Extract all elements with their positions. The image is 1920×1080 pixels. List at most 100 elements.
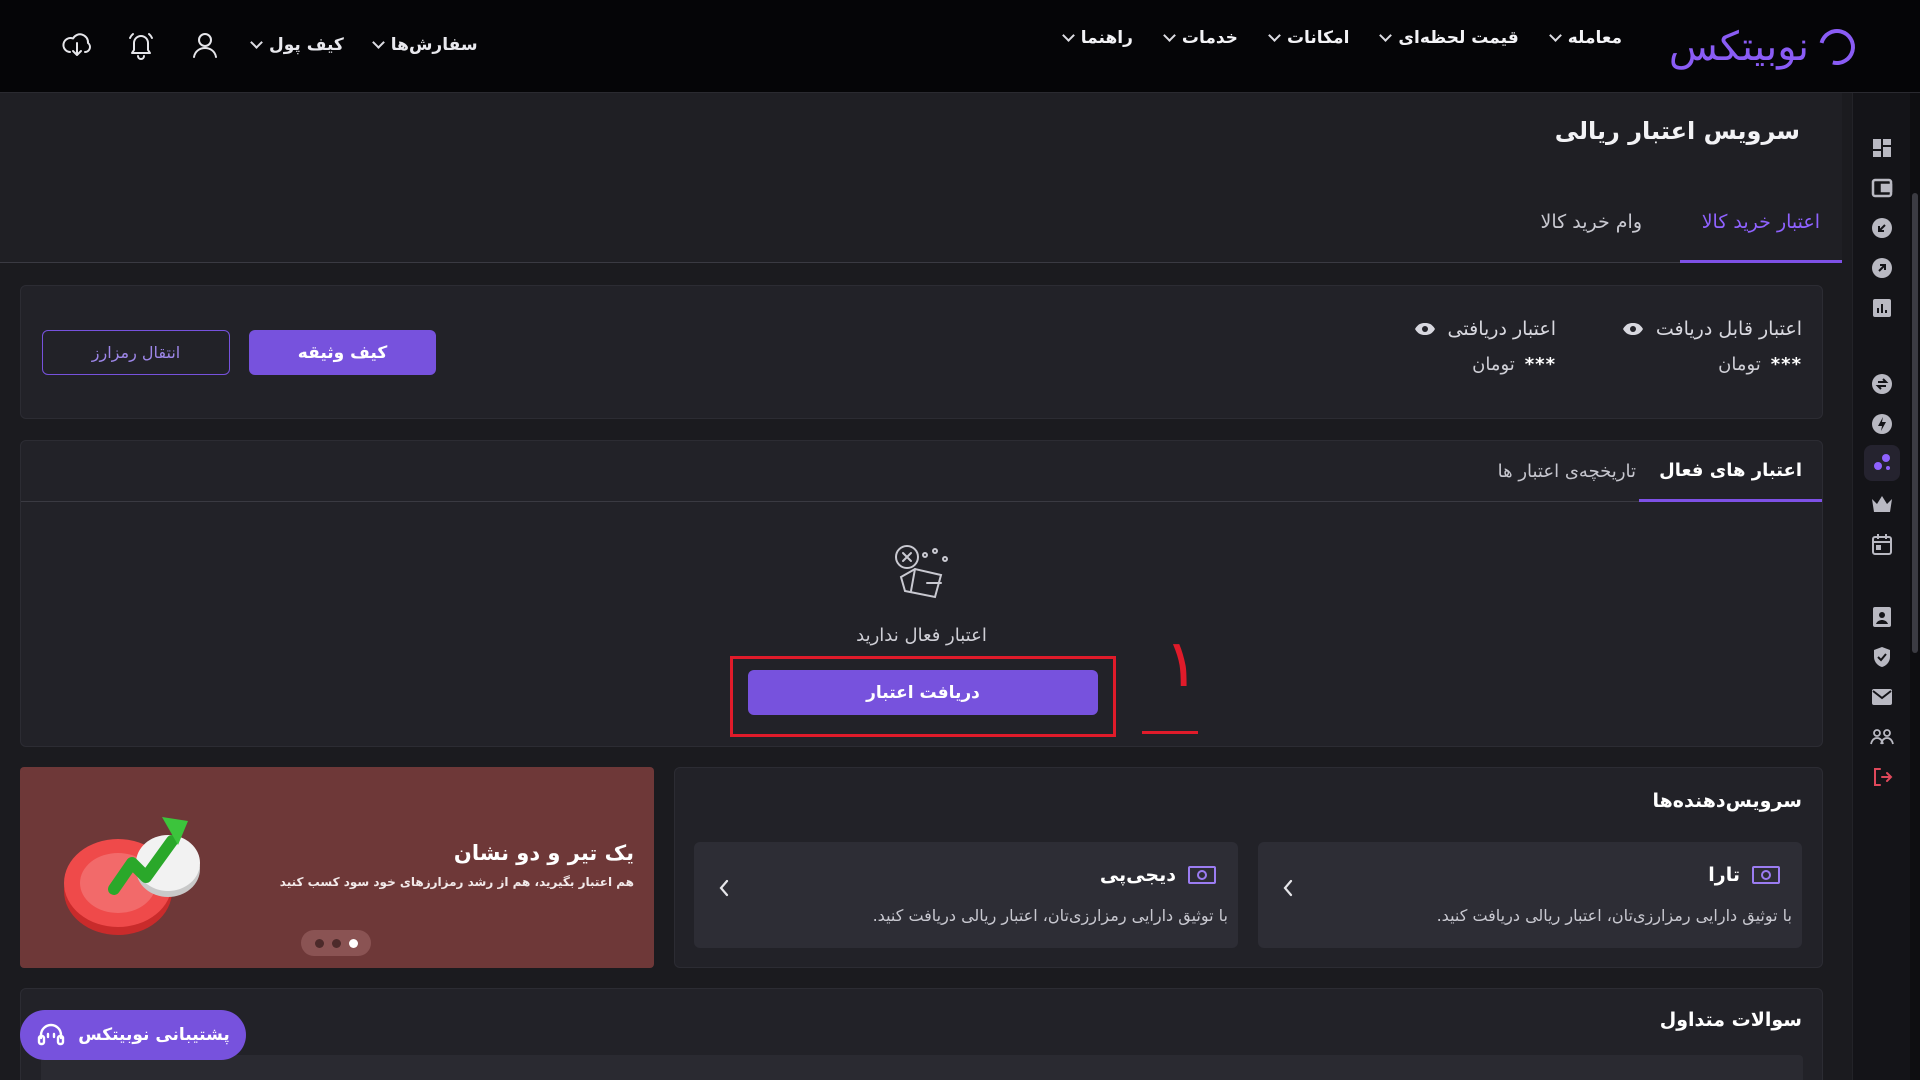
bell-icon[interactable] [124, 28, 158, 62]
received-credit-value: *** [1524, 354, 1556, 375]
currency-label: تومان [1472, 354, 1515, 375]
dashboard-icon[interactable] [1870, 136, 1894, 160]
nav-item-features[interactable]: امکانات [1268, 28, 1350, 48]
faq-card: سوالات متداول [20, 988, 1823, 1080]
providers-card: سرویس‌دهنده‌ها تارا با توثیق دارایی رمزا… [674, 767, 1823, 968]
nav-item-label: راهنما [1080, 28, 1133, 48]
tab-credit-history[interactable]: تاریخچه‌ی اعتبار ها [1478, 441, 1656, 502]
chevron-left-icon [714, 878, 734, 898]
orders-menu[interactable]: سفارش‌ها [371, 35, 478, 55]
nav-item-label: امکانات [1286, 28, 1350, 48]
report-chart-icon[interactable] [1870, 296, 1894, 320]
crypto-transfer-button[interactable]: انتقال رمزارز [42, 330, 230, 375]
carousel-dots [301, 930, 371, 956]
received-credit: اعتبار دریافتی *** تومان [1414, 318, 1556, 375]
collateral-wallet-button[interactable]: کیف وثیقه [249, 330, 436, 375]
eye-icon[interactable] [1622, 322, 1644, 336]
referral-users-icon[interactable] [1870, 725, 1894, 749]
download-app-icon[interactable] [60, 28, 94, 62]
receivable-credit-label: اعتبار قابل دریافت [1655, 318, 1802, 340]
promo-banner[interactable]: یک تیر و دو نشان هم اعتبار بگیرید، هم از… [20, 767, 654, 968]
banner-title: یک تیر و دو نشان [453, 841, 634, 865]
chevron-down-icon [1268, 29, 1281, 42]
tab-goods-loan[interactable]: وام خرید کالا [1519, 201, 1664, 263]
user-icon[interactable] [188, 28, 222, 62]
support-button-label: پشتیبانی نوبیتکس [78, 1025, 230, 1045]
chevron-down-icon [1061, 29, 1075, 42]
carousel-dot[interactable] [331, 938, 341, 948]
provider-description: با توثیق دارایی رمزارزی‌تان، اعتبار ریال… [872, 906, 1228, 925]
empty-state-text: اعتبار فعال ندارید [856, 625, 987, 646]
chevron-left-icon [1278, 878, 1298, 898]
mail-icon[interactable] [1870, 685, 1894, 709]
credits-tabs: اعتبار های فعال تاریخچه‌ی اعتبار ها [21, 441, 1822, 502]
active-credits-card: اعتبار های فعال تاریخچه‌ی اعتبار ها اعتب… [20, 440, 1823, 747]
coin-growth-illustration [64, 817, 200, 935]
tab-goods-credit[interactable]: اعتبار خرید کالا [1679, 201, 1842, 263]
chevron-down-icon [1162, 29, 1176, 42]
wallet-menu[interactable]: کیف پول [250, 35, 344, 55]
chevron-down-icon [371, 36, 385, 49]
nav-item-services[interactable]: خدمات [1162, 28, 1238, 48]
headset-icon [38, 1023, 65, 1046]
chevron-down-icon [1379, 29, 1393, 42]
page-scrollbar[interactable] [1910, 93, 1920, 1080]
providers-title: سرویس‌دهنده‌ها [1652, 790, 1803, 812]
support-button[interactable]: پشتیبانی نوبیتکس [20, 1010, 246, 1060]
faq-item[interactable] [41, 1055, 1803, 1080]
chevron-down-icon [1548, 29, 1562, 42]
receivable-credit-value: *** [1770, 354, 1802, 375]
nav-item-label: معامله [1567, 28, 1622, 48]
tab-active-credits[interactable]: اعتبار های فعال [1639, 441, 1822, 502]
orders-menu-label: سفارش‌ها [390, 35, 478, 55]
nav-item-prices[interactable]: قیمت لحظه‌ای [1379, 28, 1519, 48]
annotation-number: ۱ [1164, 625, 1200, 702]
receivable-credit: اعتبار قابل دریافت *** تومان [1622, 318, 1802, 375]
wallet-menu-label: کیف پول [269, 35, 344, 55]
annotation-underline [1142, 731, 1198, 734]
empty-state-icon [895, 545, 948, 599]
lightning-icon[interactable] [1870, 412, 1894, 436]
provider-tara[interactable]: تارا با توثیق دارایی رمزارزی‌تان، اعتبار… [1258, 842, 1802, 948]
carousel-dot-active[interactable] [348, 938, 358, 948]
user-toolbar: کیف پول سفارش‌ها [60, 28, 478, 62]
eye-icon[interactable] [1414, 322, 1436, 336]
chevron-down-icon [250, 36, 263, 49]
profile-card-icon[interactable] [1870, 605, 1894, 629]
nav-item-trade[interactable]: معامله [1548, 28, 1622, 48]
main-nav: معامله قیمت لحظه‌ای امکانات خدمات راهنما [1061, 28, 1622, 48]
rial-credit-icon[interactable] [1864, 445, 1900, 481]
received-credit-label: اعتبار دریافتی [1447, 318, 1556, 340]
logo[interactable]: نوبیتکس [1668, 22, 1862, 72]
logout-icon[interactable] [1870, 765, 1894, 789]
provider-digipay[interactable]: دیجی‌پی با توثیق دارایی رمزارزی‌تان، اعت… [694, 842, 1238, 948]
page-title: سرویس اعتبار ریالی [1554, 117, 1800, 145]
page-header: سرویس اعتبار ریالی اعتبار خرید کالا وام … [0, 93, 1842, 263]
nav-item-label: قیمت لحظه‌ای [1398, 28, 1519, 48]
money-icon [1188, 866, 1216, 884]
provider-name: تارا [1708, 864, 1740, 886]
deposit-icon[interactable] [1870, 216, 1894, 240]
calendar-icon[interactable] [1870, 532, 1894, 556]
carousel-dot[interactable] [314, 938, 324, 948]
side-rail [1852, 93, 1910, 1080]
faq-title: سوالات متداول [1659, 1009, 1802, 1031]
provider-name: دیجی‌پی [1099, 864, 1176, 886]
nav-item-label: خدمات [1181, 28, 1238, 48]
logo-text: نوبیتکس [1668, 24, 1809, 70]
provider-description: با توثیق دارایی رمزارزی‌تان، اعتبار ریال… [1436, 906, 1792, 925]
currency-label: تومان [1718, 354, 1761, 375]
money-icon [1752, 866, 1780, 884]
logo-mark-icon [1812, 22, 1862, 72]
crown-icon[interactable] [1870, 492, 1894, 516]
shield-check-icon[interactable] [1870, 645, 1894, 669]
scrollbar-thumb[interactable] [1912, 193, 1918, 653]
withdraw-icon[interactable] [1870, 256, 1894, 280]
banner-subtitle: هم اعتبار بگیرید، هم از رشد رمزارزهای خو… [279, 875, 634, 889]
credit-summary-card: اعتبار قابل دریافت *** تومان اعتبار دریا… [20, 285, 1823, 419]
convert-icon[interactable] [1870, 372, 1894, 396]
top-bar: نوبیتکس معامله قیمت لحظه‌ای امکانات خدما… [0, 0, 1920, 93]
wallet-icon[interactable] [1870, 176, 1894, 200]
annotation-highlight-box [730, 656, 1116, 737]
nav-item-help[interactable]: راهنما [1061, 28, 1133, 48]
